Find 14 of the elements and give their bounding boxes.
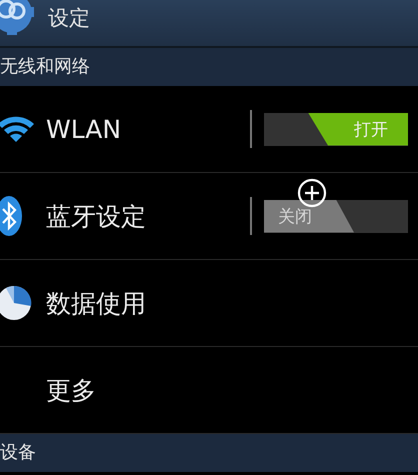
row-label: 更多 (46, 374, 97, 406)
section-header: 无线和网络 (0, 48, 418, 86)
bluetooth-icon (0, 196, 22, 236)
wifi-icon (0, 114, 36, 144)
settings-row[interactable]: WLAN 打开 (0, 86, 418, 173)
pie-chart-icon (0, 285, 32, 321)
plus-circle-icon (296, 177, 328, 209)
screen-title: 设定 (48, 5, 90, 32)
row-label: 数据使用 (46, 288, 147, 320)
section-header: 设备 (0, 434, 418, 472)
row-label: WLAN (46, 114, 122, 144)
settings-row[interactable]: 数据使用 (0, 260, 418, 347)
settings-row[interactable]: 蓝牙设定 关闭 (0, 173, 418, 260)
row-label: 蓝牙设定 (46, 200, 147, 232)
